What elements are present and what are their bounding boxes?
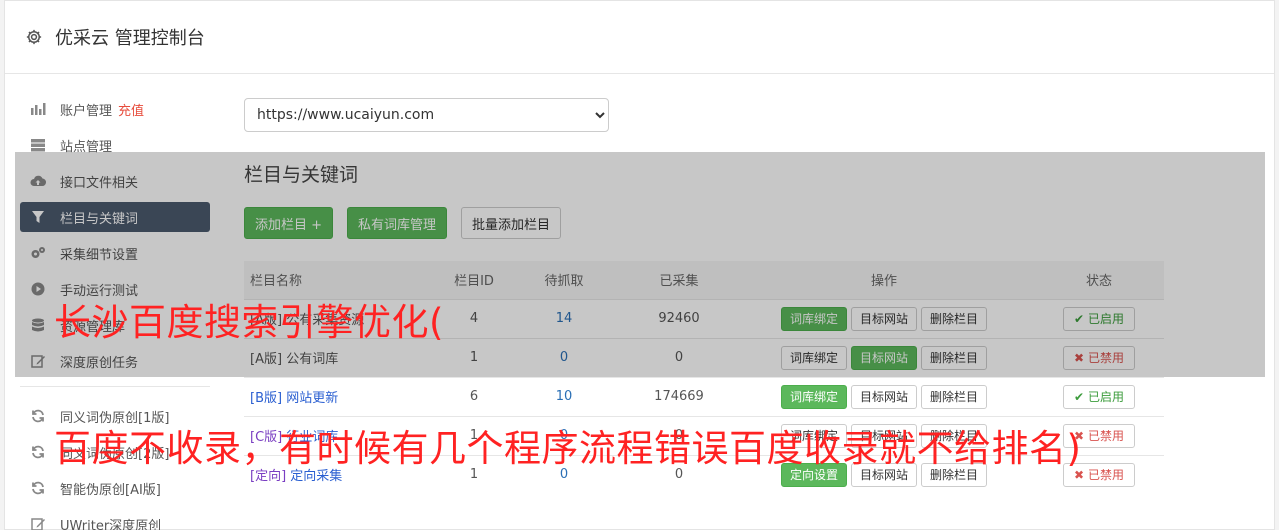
sidebar-item-account[interactable]: 账户管理 充值 [20, 94, 210, 124]
sidebar-item-label: 账户管理 [60, 103, 113, 119]
refresh-icon [30, 444, 46, 460]
delete-column-button[interactable]: 删除栏目 [921, 384, 988, 409]
table-row: [B版] 网站更新 6 10 174669 词库绑定 目标网站 删除栏目 ✔ 已… [244, 376, 1164, 416]
cell-collected: 174669 [624, 376, 734, 416]
bar-chart-icon [30, 101, 46, 117]
bind-lexicon-button[interactable]: 词库绑定 [780, 384, 847, 409]
target-sites-button[interactable]: 目标网站 [850, 384, 917, 409]
server-icon [30, 137, 46, 153]
refresh-icon [30, 408, 46, 424]
sidebar-item-ai-rewrite[interactable]: 智能伪原创[AI版] [20, 473, 210, 503]
overlay-caption-line1: 长沙百度搜索引擎优化( [54, 301, 444, 344]
cell-column-id: 6 [444, 376, 504, 416]
column-edition-tag: [B版] [250, 391, 283, 406]
sidebar-item-label: 智能伪原创[AI版] [60, 482, 161, 498]
site-select[interactable]: https://www.ucaiyun.com [244, 98, 609, 132]
sidebar-item-uwriter[interactable]: UWriter深度原创 [20, 509, 210, 530]
status-label: 已禁用 [1088, 468, 1125, 483]
panel-header: 优采云 管理控制台 [5, 1, 1274, 74]
cell-column-name: [B版] 网站更新 [244, 376, 444, 416]
cell-status: ✔ 已启用 [1034, 376, 1164, 416]
overlay-caption-line2: 百度不收录，有时候有几个程序流程错误百度收录就不给排名) [54, 427, 1082, 470]
status-label: 已启用 [1088, 390, 1125, 404]
cell-pending[interactable]: 10 [504, 376, 624, 416]
recharge-link[interactable]: 充值 [118, 100, 144, 119]
edit-icon [30, 516, 46, 530]
sidebar-divider [20, 386, 210, 387]
column-name-link[interactable]: 网站更新 [286, 391, 338, 406]
refresh-icon [30, 480, 46, 496]
sidebar-item-label: UWriter深度原创 [60, 518, 162, 530]
gear-icon [26, 29, 42, 45]
cell-actions: 词库绑定 目标网站 删除栏目 [734, 376, 1034, 416]
status-label: 已禁用 [1088, 429, 1125, 443]
page-title: 优采云 管理控制台 [55, 28, 205, 49]
status-toggle[interactable]: ✔ 已启用 [1063, 384, 1135, 409]
check-icon: ✔ [1073, 389, 1085, 404]
